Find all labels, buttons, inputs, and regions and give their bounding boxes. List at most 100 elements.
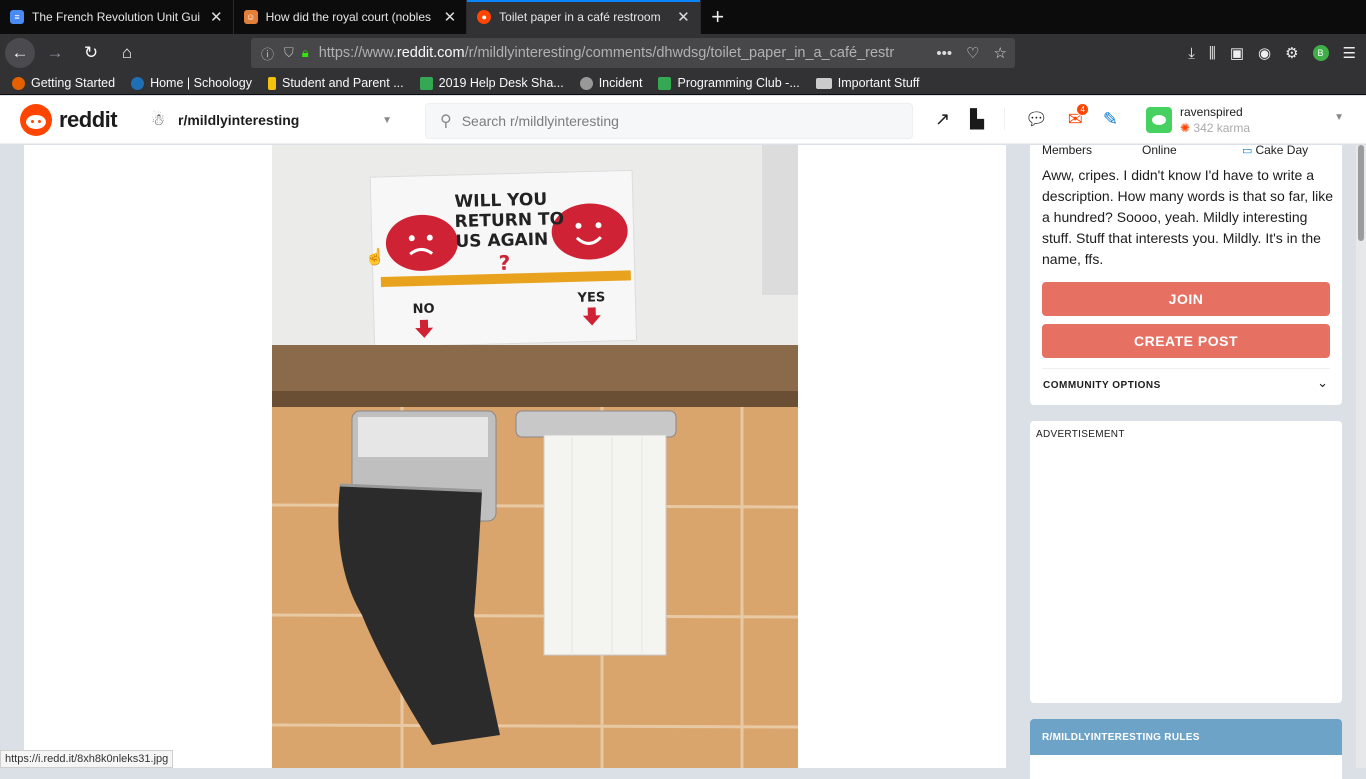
search-input[interactable] [461, 113, 882, 129]
avatar [1146, 107, 1172, 133]
community-options-toggle[interactable]: COMMUNITY OPTIONS [1043, 380, 1161, 391]
chevron-down-icon: ▼ [382, 114, 392, 126]
tab-title: Toilet paper in a café restroom [499, 10, 661, 24]
bookmark-item[interactable]: Getting Started [12, 76, 115, 90]
create-post-button[interactable]: CREATE POST [1042, 324, 1330, 358]
sign-text-line3: US AGAIN [455, 230, 548, 252]
shield-icon[interactable]: ⛉ [284, 45, 294, 61]
bookmark-folder[interactable]: Important Stuff [815, 76, 920, 90]
docs-icon: ≡ [10, 10, 24, 24]
chevron-down-icon[interactable]: ⌄ [1317, 375, 1328, 391]
post-card: WILL YOU RETURN TO US AGAIN ? NO YES ☝ [24, 145, 1006, 768]
new-tab-button[interactable]: + [701, 0, 735, 34]
bookmark-site-icon [268, 76, 276, 90]
reddit-logo[interactable]: reddit [20, 104, 118, 136]
profile-extension-icon[interactable]: B [1312, 45, 1329, 61]
reddit-favicon-icon: ● [477, 10, 492, 24]
chat-icon[interactable]: 💬︎ [1025, 109, 1048, 130]
page-actions-icon[interactable]: ••• [936, 45, 952, 62]
address-bar[interactable]: ⓘ ⛉ 🔒︎ https://www.reddit.com/r/mildlyin… [251, 38, 1015, 68]
stats-icon[interactable]: ▙ [970, 109, 984, 130]
online-label: Online [1142, 143, 1177, 157]
subreddit-selector[interactable]: ☃ r/mildlyinteresting ▼ [148, 104, 398, 136]
google-drive-icon [419, 76, 433, 90]
lock-icon[interactable]: 🔒︎ [302, 45, 309, 61]
karma-count: ✺ 342 karma [1180, 121, 1251, 135]
trending-icon[interactable]: ↗ [935, 109, 950, 130]
chevron-down-icon: ▼ [1334, 112, 1344, 123]
community-description: Aww, cripes. I didn't know I'd have to w… [1042, 167, 1334, 267]
browser-status-bar: https://i.redd.it/8xh8k0nleks31.jpg [0, 750, 174, 768]
url-text[interactable]: https://www.reddit.com/r/mildlyinteresti… [319, 45, 899, 61]
library-icon[interactable]: ⫼ [1209, 45, 1216, 62]
post-image[interactable]: WILL YOU RETURN TO US AGAIN ? NO YES [272, 145, 798, 768]
cake-day-label: Cake Day [1242, 143, 1342, 157]
menu-icon[interactable]: ☰ [1343, 44, 1356, 62]
globe-icon [579, 76, 593, 90]
browser-tab[interactable]: ≡ The French Revolution Unit Gui ✕ [0, 0, 234, 34]
snoo-icon [20, 104, 52, 136]
bookmark-item[interactable]: Incident [579, 76, 642, 90]
page-content: WILL YOU RETURN TO US AGAIN ? NO YES ☝ M… [0, 143, 1366, 779]
mail-icon[interactable]: ✉ 4 [1068, 102, 1089, 130]
karma-icon: ✺ [1180, 121, 1191, 135]
mouse-cursor-icon: ☝ [365, 249, 385, 266]
google-drive-icon [658, 76, 672, 90]
bookmark-item[interactable]: Home | Schoology [131, 76, 252, 90]
info-icon[interactable]: ⓘ [261, 44, 274, 63]
extension-icon[interactable]: ⚙ [1285, 44, 1298, 62]
home-button[interactable]: ⌂ [111, 37, 143, 69]
downloads-icon[interactable]: ⤓ [1188, 45, 1195, 62]
sign-text-line1: WILL YOU [454, 190, 547, 212]
browser-tab-bar: ≡ The French Revolution Unit Gui ✕ ☺ How… [0, 0, 1366, 34]
join-button[interactable]: JOIN [1042, 282, 1330, 316]
user-dropdown[interactable]: ravenspired ✺ 342 karma ▼ [1146, 102, 1346, 138]
divider [1042, 368, 1330, 369]
page-scrollbar[interactable] [1356, 145, 1366, 768]
folder-icon [815, 77, 832, 89]
subreddit-icon: ☃ [150, 112, 166, 129]
subreddit-name: r/mildlyinteresting [178, 112, 300, 128]
reddit-wordmark: reddit [59, 107, 118, 132]
rules-card: R/MILDLYINTERESTING RULES [1030, 719, 1342, 779]
search-bar[interactable]: ⚲ [425, 103, 913, 139]
close-tab-icon[interactable]: ✕ [210, 8, 223, 26]
forward-button[interactable]: → [39, 37, 71, 69]
bookmark-item[interactable]: Programming Club -... [658, 76, 800, 90]
sign-yes-label: YES [576, 290, 605, 306]
browser-nav-bar: ← → ↻ ⌂ ⓘ ⛉ 🔒︎ https://www.reddit.com/r/… [0, 34, 1366, 72]
search-icon: ⚲ [440, 113, 452, 130]
reddit-header: reddit ☃ r/mildlyinteresting ▼ ⚲ ↗ ▙ 💬︎ … [0, 96, 1366, 144]
browser-tab-active[interactable]: ● Toilet paper in a café restroom ✕ [467, 0, 701, 34]
sign-no-label: NO [412, 302, 434, 318]
reload-button[interactable]: ↻ [75, 37, 107, 69]
mail-badge: 4 [1076, 102, 1089, 116]
account-icon[interactable]: ◉ [1258, 44, 1271, 62]
community-stats: Members Online Cake Day [1042, 143, 1342, 157]
toilet-paper-photo: WILL YOU RETURN TO US AGAIN ? NO YES [272, 145, 798, 768]
rules-header: R/MILDLYINTERESTING RULES [1030, 719, 1342, 755]
tab-title: The French Revolution Unit Gui [32, 10, 201, 24]
svg-text:?: ? [498, 251, 510, 275]
browser-tab[interactable]: ☺ How did the royal court (nobles ✕ [234, 0, 468, 34]
pocket-icon[interactable]: ♡ [966, 44, 979, 62]
sidebar-icon[interactable]: ▣ [1230, 44, 1244, 62]
advertisement-label: ADVERTISEMENT [1036, 429, 1125, 440]
schoology-icon [131, 76, 145, 90]
close-tab-icon[interactable]: ✕ [677, 8, 690, 26]
reddit-favicon-icon: ☺ [243, 10, 258, 24]
create-post-icon[interactable]: ✎ [1103, 109, 1118, 130]
firefox-icon [12, 76, 25, 90]
back-button[interactable]: ← [5, 38, 35, 68]
members-label: Members [1042, 143, 1093, 157]
community-about-card: Members Online Cake Day Aww, cripes. I d… [1030, 143, 1342, 405]
divider [1003, 108, 1005, 130]
bookmark-star-icon[interactable]: ☆ [994, 44, 1007, 62]
bookmark-item[interactable]: 2019 Help Desk Sha... [419, 76, 564, 90]
scrollbar-thumb[interactable] [1358, 145, 1364, 241]
tab-title: How did the royal court (nobles [265, 10, 431, 24]
close-tab-icon[interactable]: ✕ [444, 8, 457, 26]
username: ravenspired [1180, 105, 1243, 119]
bookmarks-toolbar: Getting Started Home | Schoology Student… [0, 72, 1366, 95]
bookmark-item[interactable]: Student and Parent ... [268, 76, 404, 90]
